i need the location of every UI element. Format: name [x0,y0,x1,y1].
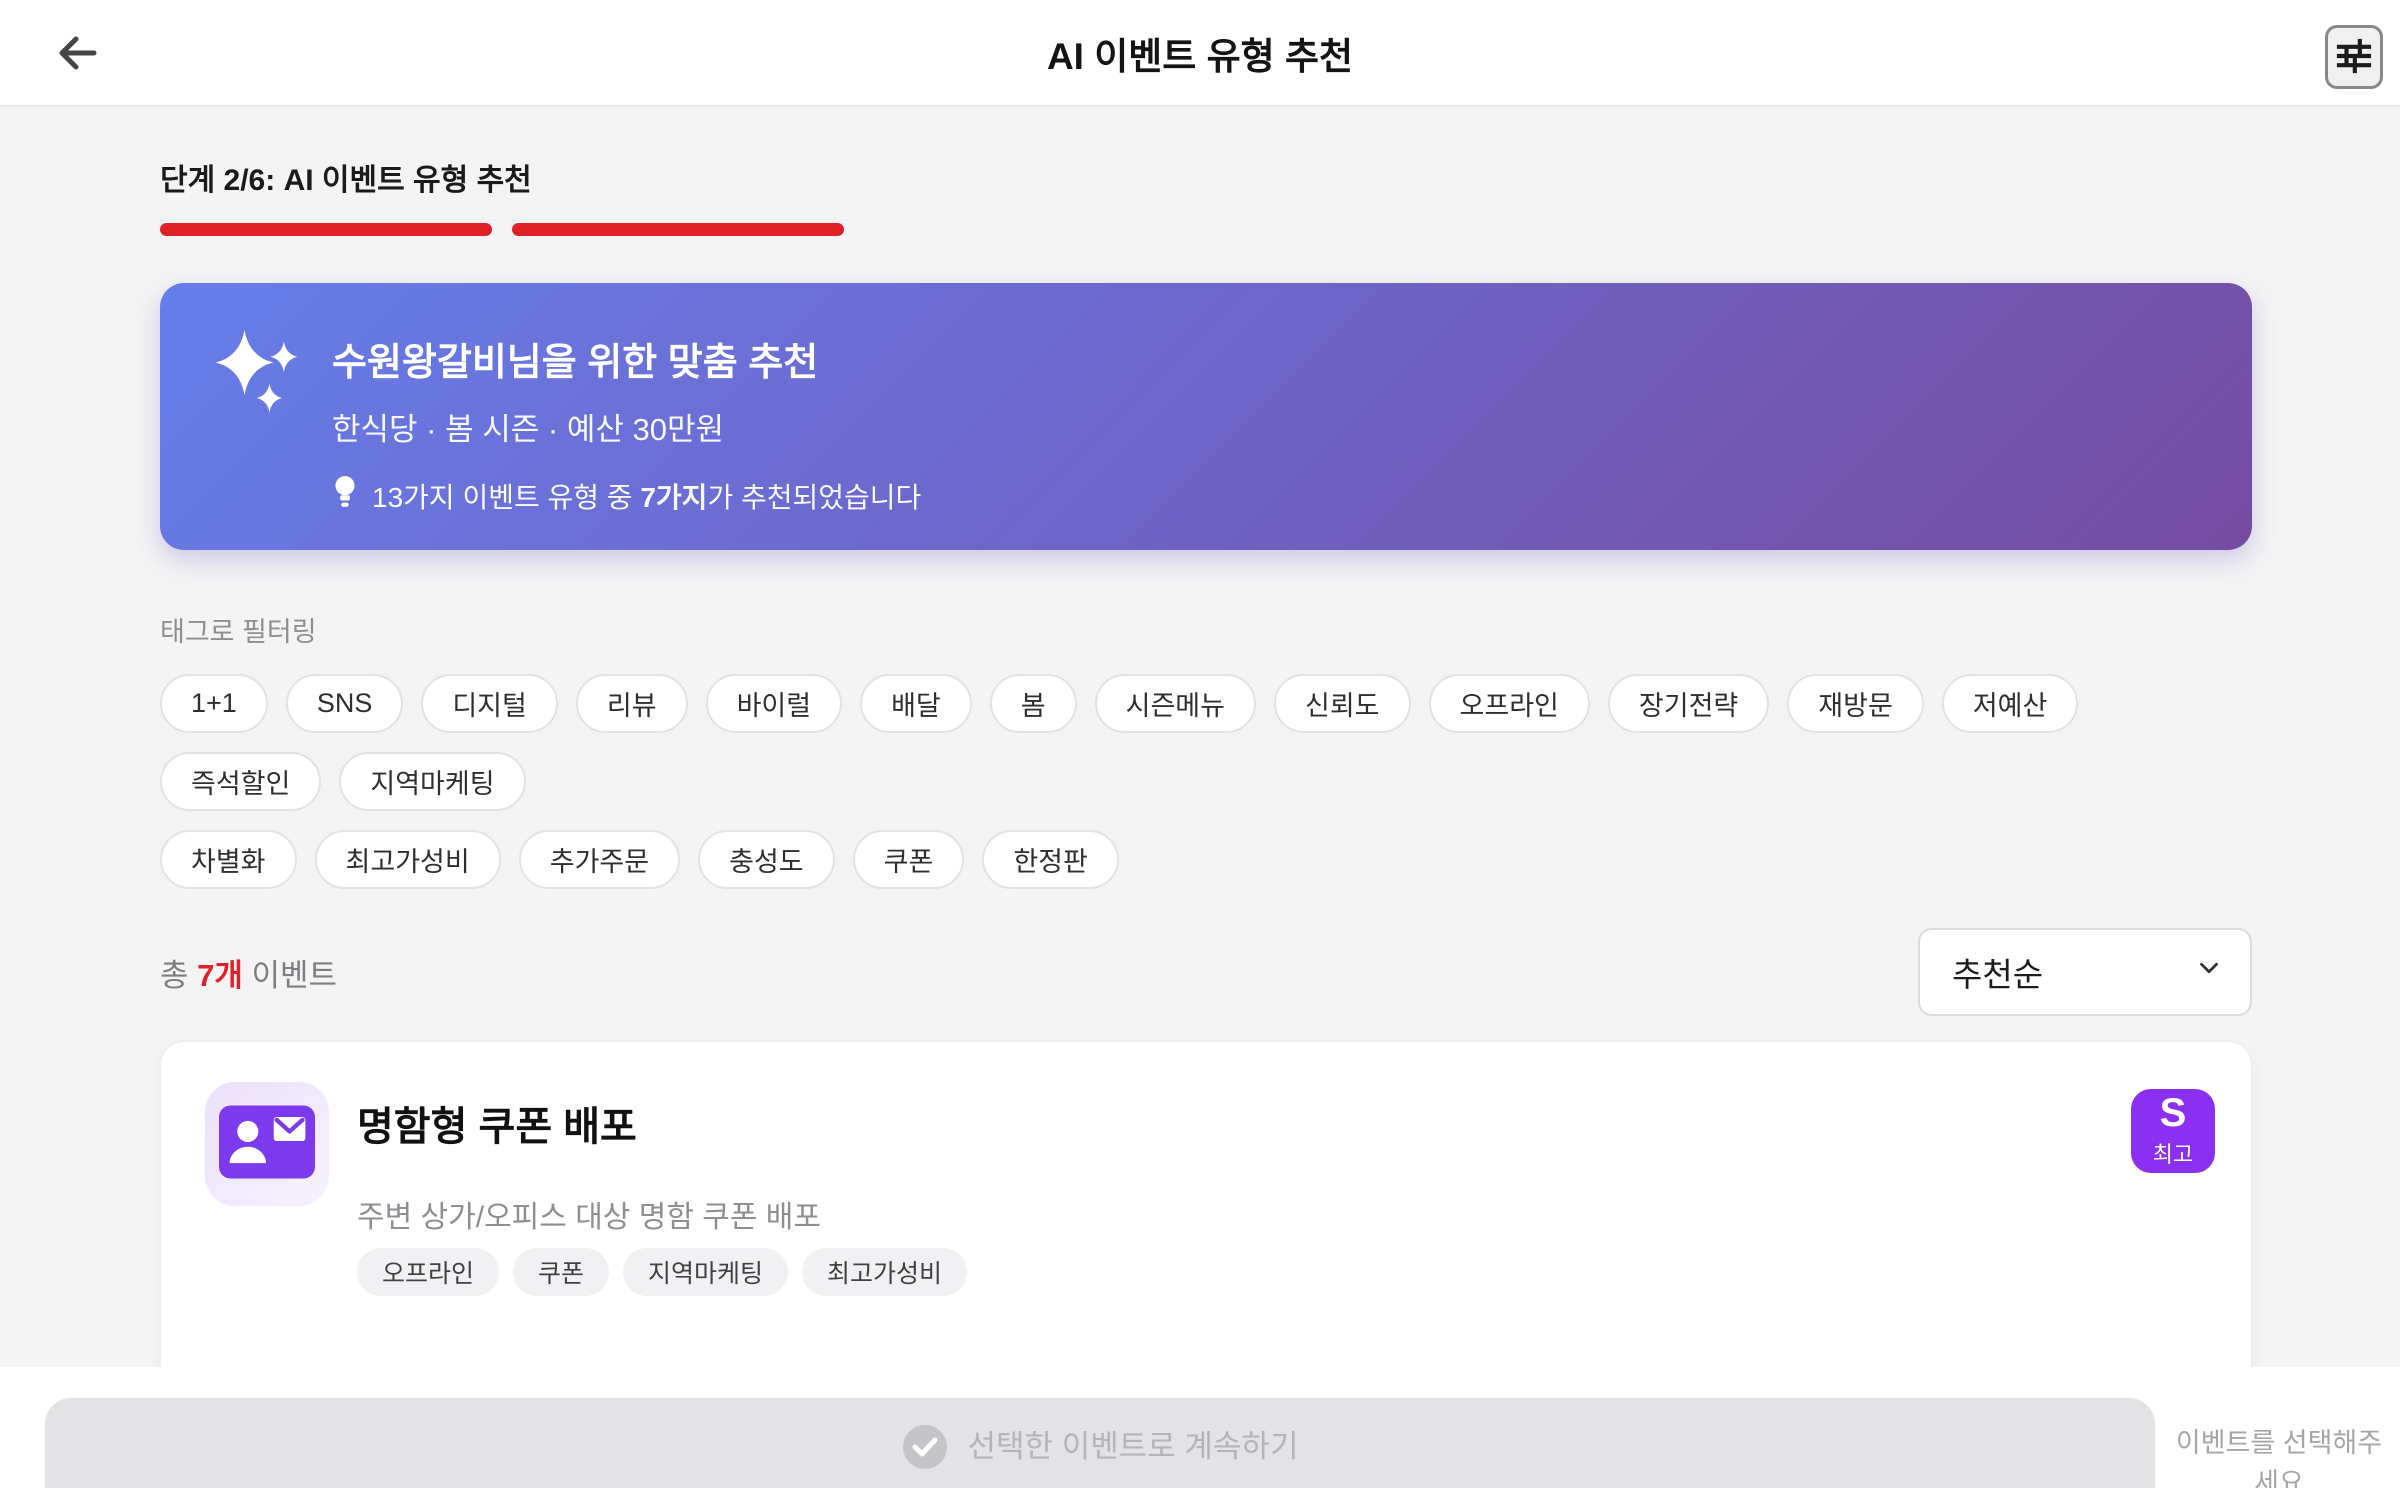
sort-dropdown[interactable]: 추천순 [1918,928,2252,1016]
progress-segment [512,223,844,236]
filter-tag-pill[interactable]: 배달 [860,674,972,733]
select-event-helper-text: 이벤트를 선택해주 세요 [2175,1428,2383,1488]
filter-tag-pill[interactable]: 시즌메뉴 [1094,674,1256,733]
lightbulb-icon [332,475,358,516]
continue-button[interactable]: 선택한 이벤트로 계속하기 [45,1398,2155,1488]
progress-segment [160,223,492,236]
filter-tag-pill[interactable]: 최고가성비 [314,830,501,889]
filter-settings-button[interactable] [2325,25,2383,89]
sort-selected-value: 추천순 [1952,956,2044,993]
filter-tag-pill[interactable]: 오프라인 [1428,674,1590,733]
event-tag: 쿠폰 [513,1248,610,1296]
screen: AI 이벤트 유형 추천 단계 2/6: AI 이벤트 유형 추천 수원왕갈비님… [0,0,2400,1488]
check-circle-icon [902,1424,948,1473]
chevron-down-icon [2194,953,2224,991]
grade-letter: S [2159,1091,2187,1135]
grade-label: 최고 [2152,1142,2194,1167]
progress-segment [1216,223,1548,236]
list-header: 총 7개 이벤트 추천순 [160,928,2252,1016]
filter-tag-pill[interactable]: 쿠폰 [852,830,965,889]
event-description: 주변 상가/오피스 대상 명함 쿠폰 배포 [357,1201,822,1234]
filter-tag-pill[interactable]: 신뢰도 [1274,674,1411,733]
progress-bar [160,223,2252,236]
progress-segment [864,223,1196,236]
filter-tag-pill[interactable]: 충성도 [698,830,835,889]
tag-filter-label: 태그로 필터링 [160,617,317,647]
event-count: 총 7개 이벤트 [160,957,338,993]
filter-tag-pill[interactable]: SNS [285,674,404,733]
tag-filter-row-2: 차별화 최고가성비 추가주문 충성도 쿠폰 한정판 [160,830,2252,889]
footer-bar: 선택한 이벤트로 계속하기 이벤트를 선택해주 세요 [0,1367,2400,1488]
filter-tag-pill[interactable]: 장기전략 [1607,674,1770,733]
header: AI 이벤트 유형 추천 [0,0,2400,107]
tag-filter-row-1: 1+1 SNS 디지털 리뷰 바이럴 배달 봄 시즌메뉴 신뢰도 오프라인 장기전략 재방문 저예산즉석… [160,674,2252,811]
banner-info: 13가지 이벤트 유형 중 7가지가 추천되었습니다 [332,475,921,516]
filter-tag-pill[interactable]: 디지털 [421,674,558,733]
grade-badge: S 최고 [2131,1089,2215,1173]
event-count-number: 7개 [197,957,243,993]
event-tag: 지역마케팅 [623,1248,789,1296]
banner-title: 수원왕갈비님을 위한 맞춤 추천 [332,342,819,384]
filter-tag-pill[interactable]: 저예산 [1941,674,2079,733]
sparkles-icon [208,326,304,422]
filter-tag-pill[interactable]: 한정판 [982,830,1119,889]
filter-tag-pill[interactable]: 봄 [989,674,1077,733]
filter-tag-pill[interactable]: 1+1 [160,674,268,733]
progress-segment [1920,223,2252,236]
banner-info-text: 13가지 이벤트 유형 중 7가지가 추천되었습니다 [372,481,922,513]
filter-tag-pill[interactable]: 차별화 [160,830,297,889]
event-tags: 오프라인 쿠폰 지역마케팅 최고가성비 [357,1248,968,1296]
filter-tag-pill[interactable]: 추가주문 [518,830,681,889]
event-tag: 최고가성비 [802,1248,968,1296]
event-icon-tile [205,1082,329,1206]
filter-tag-pill[interactable]: 지역마케팅 [339,752,526,811]
ai-recommendation-banner: 수원왕갈비님을 위한 맞춤 추천 한식당 · 봄 시즌 · 예산 30만원 13… [160,283,2252,550]
continue-button-label: 선택한 이벤트로 계속하기 [967,1429,1299,1464]
event-tag: 오프라인 [357,1248,500,1296]
contact-card-icon [219,1105,315,1184]
step-label: 단계 2/6: AI 이벤트 유형 추천 [160,164,532,197]
filter-tag-pill[interactable]: 재방문 [1787,674,1924,733]
banner-subtitle: 한식당 · 봄 시즌 · 예산 30만원 [332,412,725,447]
filter-tag-pill[interactable]: 리뷰 [575,674,688,733]
filter-tag-pill[interactable]: 바이럴 [705,674,843,733]
event-title: 명함형 쿠폰 배포 [357,1105,637,1149]
progress-segment [1568,223,1900,236]
filter-tag-pill[interactable]: 즉석할인 [160,752,322,811]
main-content: 단계 2/6: AI 이벤트 유형 추천 수원왕갈비님을 위한 맞춤 추천 한식… [0,155,2400,1488]
tune-sliders-icon [2334,34,2374,81]
page-title: AI 이벤트 유형 추천 [1046,35,1354,77]
